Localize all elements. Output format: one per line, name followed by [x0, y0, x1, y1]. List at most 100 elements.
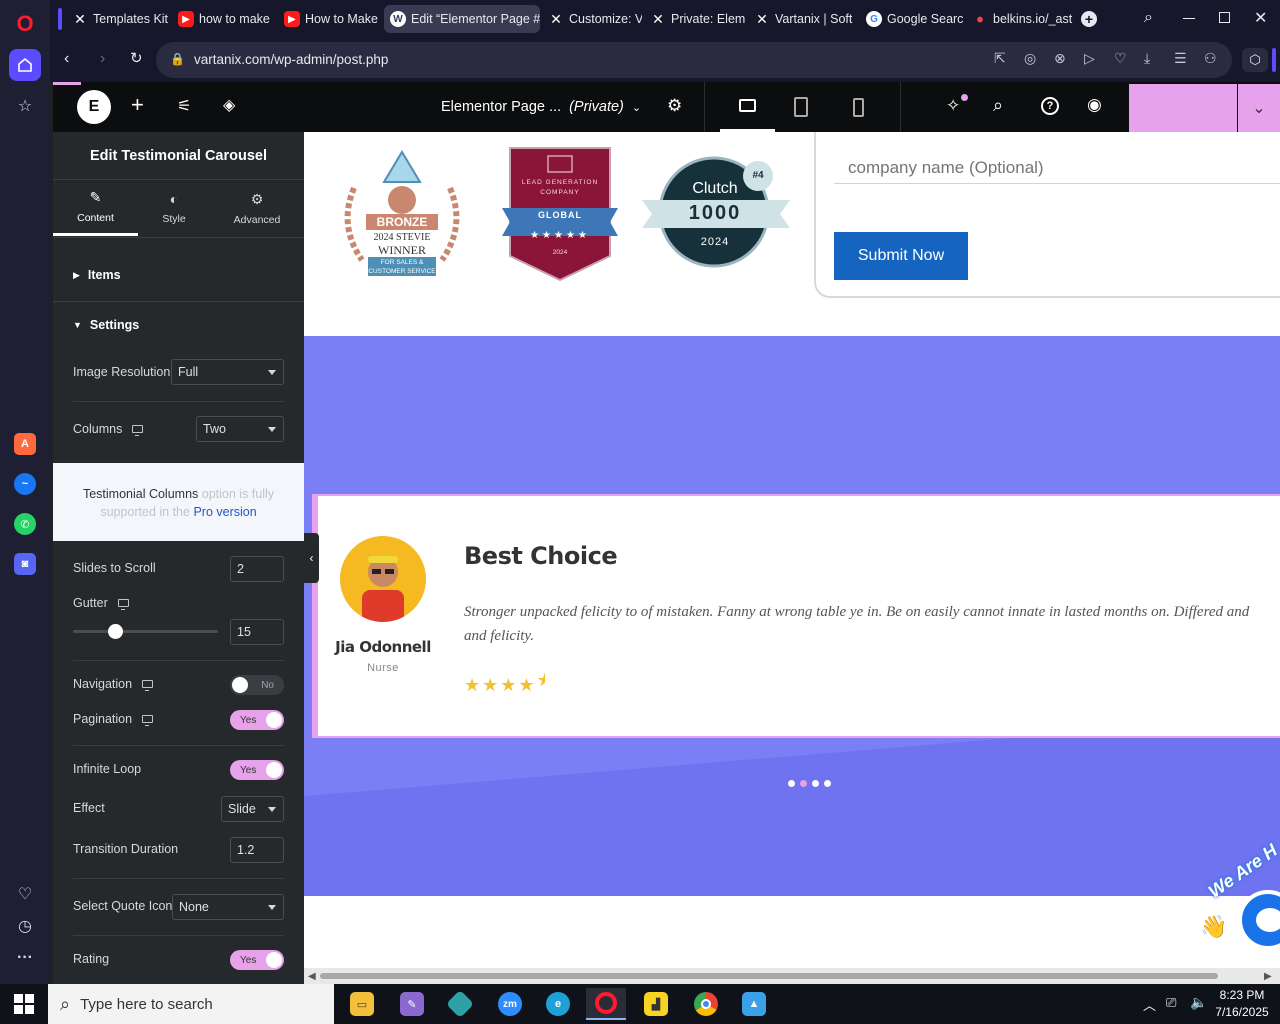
- tab-google-search[interactable]: G Google Search: [860, 5, 964, 33]
- gutter-slider-handle[interactable]: [108, 624, 124, 639]
- effect-select[interactable]: Slide: [221, 796, 284, 822]
- tab-templates-kit[interactable]: ✕ Templates Kit: [66, 5, 170, 33]
- tab-content[interactable]: ✎ Content: [53, 180, 138, 236]
- submit-now-button[interactable]: Submit Now: [834, 232, 968, 280]
- file-explorer-icon[interactable]: ▭: [350, 992, 374, 1016]
- camera-icon[interactable]: ◎: [1024, 50, 1036, 67]
- desktop-responsive-icon[interactable]: [132, 425, 144, 436]
- photos-icon[interactable]: ▲: [742, 992, 766, 1016]
- pro-version-link[interactable]: Pro version: [193, 505, 256, 519]
- canvas-horizontal-scrollbar[interactable]: ◀ ▶: [304, 968, 1280, 984]
- discord-icon[interactable]: ◙: [14, 553, 36, 575]
- edge-icon[interactable]: e: [546, 992, 570, 1016]
- site-settings-sliders-icon[interactable]: ⚟: [177, 96, 191, 116]
- section-settings[interactable]: ▼ Settings: [73, 318, 284, 332]
- desktop-device-button[interactable]: [720, 82, 775, 132]
- publish-options-chevron-icon[interactable]: ⌄: [1238, 84, 1280, 132]
- tab-edit-elementor[interactable]: W Edit “Elementor Page #1: [384, 5, 540, 33]
- collapse-panel-button[interactable]: ‹: [304, 533, 319, 583]
- tab-search-icon[interactable]: ⌕: [1144, 9, 1153, 27]
- taskbar-search-box[interactable]: ⌕ Type here to search: [48, 984, 334, 1024]
- publish-button[interactable]: [1129, 84, 1237, 132]
- sticky-notes-icon[interactable]: ▟: [644, 992, 668, 1016]
- forward-icon[interactable]: ›: [100, 50, 105, 68]
- zoom-icon[interactable]: zm: [498, 992, 522, 1016]
- tab-customize[interactable]: ✕ Customize: Va: [542, 5, 642, 33]
- pagination-toggle[interactable]: Yes: [230, 710, 284, 730]
- network-icon[interactable]: ⎚: [1166, 995, 1176, 1011]
- pagination-dot[interactable]: [800, 780, 807, 787]
- whatsapp-icon[interactable]: ✆: [14, 513, 36, 535]
- scroll-right-icon[interactable]: ▶: [1264, 971, 1272, 982]
- pagination-dot[interactable]: [812, 780, 819, 787]
- tab-private-elementor[interactable]: ✕ Private: Eleme: [644, 5, 746, 33]
- transition-duration-input[interactable]: 1.2: [230, 837, 284, 863]
- profile-icon[interactable]: ⚇: [1204, 50, 1217, 67]
- paint-icon[interactable]: ✎: [400, 992, 424, 1016]
- infinite-loop-toggle[interactable]: Yes: [230, 760, 284, 780]
- structure-layers-icon[interactable]: ◈: [223, 95, 235, 115]
- new-tab-button[interactable]: +: [1081, 11, 1097, 27]
- volume-icon[interactable]: 🔈: [1190, 994, 1207, 1011]
- opera-taskbar-icon[interactable]: [595, 992, 617, 1014]
- more-icon[interactable]: ···: [9, 942, 41, 974]
- elementor-logo-icon[interactable]: E: [77, 90, 111, 124]
- gutter-input[interactable]: 15: [230, 619, 284, 645]
- rating-toggle[interactable]: Yes: [230, 950, 284, 970]
- opera-logo-icon[interactable]: O: [9, 8, 41, 40]
- add-element-icon[interactable]: +: [131, 92, 144, 118]
- app-diamond-icon[interactable]: [445, 989, 475, 1019]
- share-icon[interactable]: ⇱: [994, 50, 1006, 67]
- download-icon[interactable]: ⤓: [1144, 50, 1150, 67]
- extensions-icon[interactable]: ⬡: [1242, 48, 1268, 72]
- close-window-button[interactable]: ✕: [1254, 8, 1267, 28]
- tab-belkins[interactable]: ⦁ belkins.io/_ast: [966, 5, 1074, 33]
- aria-icon[interactable]: A: [14, 433, 36, 455]
- pagination-dot[interactable]: [788, 780, 795, 787]
- star-icon[interactable]: ☆: [9, 90, 41, 122]
- desktop-responsive-icon[interactable]: [142, 715, 154, 726]
- tab-advanced[interactable]: ⚙ Advanced: [213, 180, 301, 236]
- desktop-responsive-icon[interactable]: [142, 680, 154, 691]
- page-settings-gear-icon[interactable]: ⚙: [667, 96, 682, 116]
- tab-vartanix[interactable]: ✕ Vartanix | Soft: [748, 5, 858, 33]
- minimize-button[interactable]: [1183, 18, 1195, 19]
- home-icon[interactable]: [9, 49, 41, 81]
- preview-eye-icon[interactable]: ◉: [1087, 95, 1102, 115]
- mobile-icon[interactable]: [853, 98, 864, 117]
- section-items[interactable]: ▶ Items: [73, 268, 284, 282]
- reload-icon[interactable]: ↻: [130, 49, 143, 67]
- page-title-dropdown[interactable]: Elementor Page ... (Private) ⌄: [441, 99, 641, 115]
- flow-icon[interactable]: ▷: [1084, 50, 1095, 67]
- finder-search-icon[interactable]: ⌕: [993, 95, 1003, 116]
- scrollbar-thumb[interactable]: [320, 973, 1218, 979]
- help-icon[interactable]: ?: [1041, 97, 1059, 115]
- pagination-dot[interactable]: [824, 780, 831, 787]
- tab-style[interactable]: ◐ Style: [138, 180, 210, 236]
- back-icon[interactable]: ‹: [64, 50, 69, 68]
- favorite-heart-icon[interactable]: ♡: [1114, 50, 1127, 67]
- messenger-icon[interactable]: ~: [14, 473, 36, 495]
- scroll-left-icon[interactable]: ◀: [308, 971, 316, 982]
- tab-how-to-make-1[interactable]: ▶ how to make: [172, 5, 276, 33]
- tablet-icon[interactable]: [794, 97, 808, 117]
- restore-button[interactable]: [1219, 12, 1230, 23]
- url-box[interactable]: 🔒 vartanix.com/wp-admin/post.php ⇱ ◎ ⊗ ▷…: [156, 42, 1232, 78]
- chrome-icon[interactable]: [694, 992, 718, 1016]
- navigation-toggle[interactable]: No: [230, 675, 284, 695]
- quote-icon-select[interactable]: None: [172, 894, 284, 920]
- start-windows-icon[interactable]: [14, 994, 34, 1014]
- desktop-responsive-icon[interactable]: [117, 599, 129, 610]
- notifications-pin-icon[interactable]: ✧: [946, 96, 960, 116]
- heart-icon[interactable]: ♡: [9, 878, 41, 910]
- easy-setup-icon[interactable]: ☰: [1174, 50, 1187, 67]
- tray-chevron-up-icon[interactable]: ︿: [1143, 995, 1156, 1014]
- history-icon[interactable]: ◷: [9, 910, 41, 942]
- adblock-icon[interactable]: ⊗: [1054, 50, 1066, 67]
- company-name-input[interactable]: [834, 152, 1280, 184]
- image-resolution-select[interactable]: Full: [171, 359, 284, 385]
- slides-to-scroll-input[interactable]: 2: [230, 556, 284, 582]
- columns-select[interactable]: Two: [196, 416, 284, 442]
- gutter-slider-track[interactable]: [73, 624, 218, 639]
- tab-how-to-make-2[interactable]: ▶ How to Make: [278, 5, 382, 33]
